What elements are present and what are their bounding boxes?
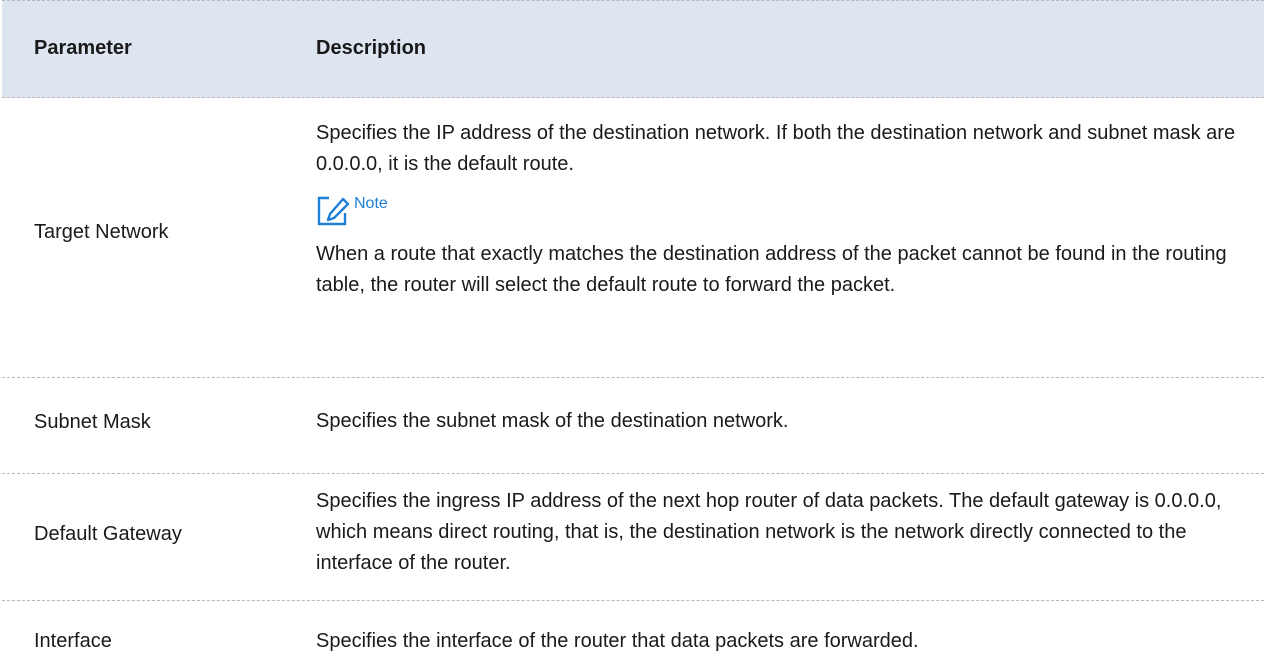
row-description: Specifies the subnet mask of the destina…: [316, 410, 789, 432]
table-row: Target Network Specifies the IP address …: [2, 98, 1264, 378]
row-parameter: Interface: [34, 630, 112, 652]
row-parameter: Target Network: [34, 221, 169, 243]
table-row: Subnet Mask Specifies the subnet mask of…: [2, 378, 1264, 474]
note-text: When a route that exactly matches the de…: [316, 243, 1227, 296]
description-text: Specifies the IP address of the destinat…: [316, 122, 1236, 175]
row-description: Specifies the IP address of the destinat…: [316, 118, 1236, 301]
edit-note-icon: [316, 195, 352, 227]
table-header-row: Parameter Description: [2, 0, 1264, 98]
row-description: Specifies the interface of the router th…: [316, 630, 919, 652]
table-row: Default Gateway Specifies the ingress IP…: [2, 474, 1264, 601]
row-parameter: Subnet Mask: [34, 411, 151, 433]
header-parameter: Parameter: [34, 37, 132, 59]
table-row: Interface Specifies the interface of the…: [2, 601, 1264, 672]
row-description: Specifies the ingress IP address of the …: [316, 490, 1222, 574]
note-label: Note: [354, 195, 388, 212]
note-callout: Note: [316, 195, 1236, 227]
row-parameter: Default Gateway: [34, 523, 182, 545]
header-description: Description: [316, 37, 427, 59]
parameter-table: Parameter Description Target Network Spe…: [2, 0, 1264, 672]
